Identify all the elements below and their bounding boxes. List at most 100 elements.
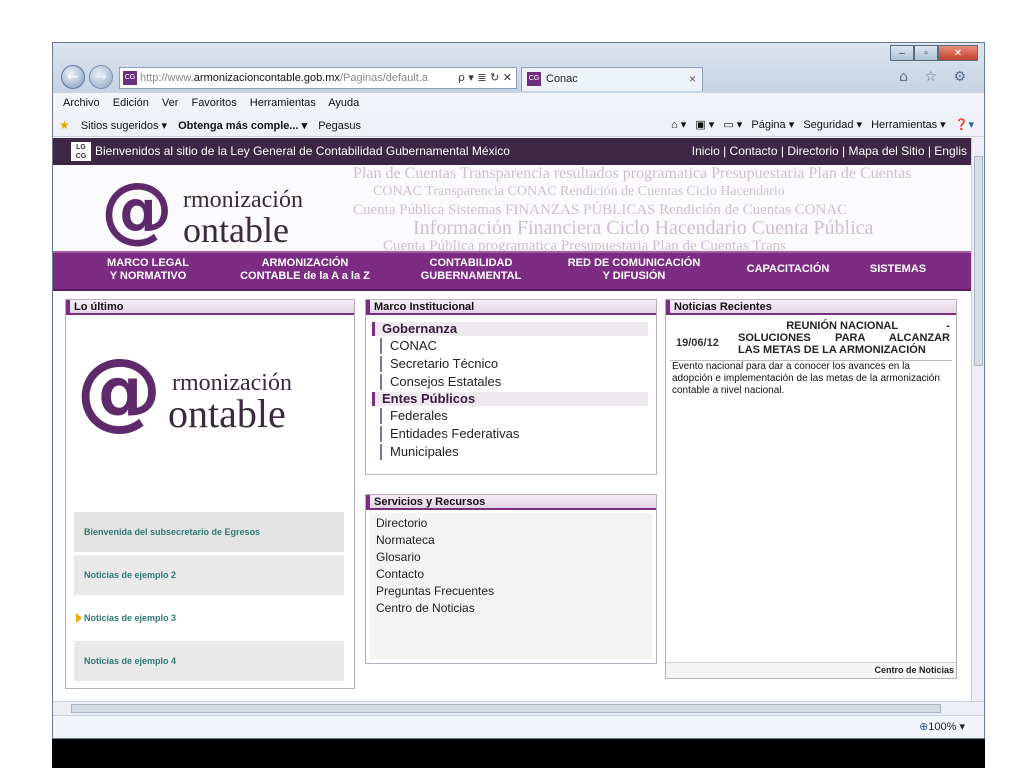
print-icon[interactable]: ▭ ▾ [723,119,742,131]
favorites-star-icon[interactable]: ★ [59,118,70,132]
lo-ultimo-item[interactable]: Noticias de ejemplo 4 [74,641,344,681]
news-headline-text: REUNIÓN NACIONAL [786,320,899,332]
toolbar-icons[interactable]: ⌂ ☆ ⚙ [899,69,972,85]
svc-glosario[interactable]: Glosario [376,549,421,566]
menu-herramientas[interactable]: Herramientas [250,97,316,109]
menu-ayuda[interactable]: Ayuda [328,97,359,109]
news-centro-link[interactable]: Centro de Noticias [874,665,954,675]
nav-capacitacion[interactable]: CAPACITACIÓN [733,263,843,276]
news-headline[interactable]: REUNIÓN NACIONAL - SOLUCIONES PARA ALCANZ… [738,320,950,356]
banner-words-line: Información Financiera Ciclo Hacendario … [413,217,874,239]
nav-marco-legal[interactable]: MARCO LEGAL Y NORMATIVO [93,257,203,283]
window-controls: – ▫ ✕ [890,45,978,61]
nav-contabilidad[interactable]: CONTABILIDAD GUBERNAMENTAL [411,257,531,283]
news-headline-line2: SOLUCIONES PARA ALCANZAR [738,332,950,344]
link-secretario-tecnico[interactable]: Secretario Técnico [380,356,498,372]
banner-words-line: CONAC Transparencia CONAC Rendición de C… [373,184,785,199]
main-nav: MARCO LEGAL Y NORMATIVO ARMONIZACIÓN CONTA… [53,251,971,291]
vertical-scroll-thumb[interactable] [974,156,983,366]
lo-ultimo-item-label: Noticias de ejemplo 3 [84,613,177,623]
site-banner: Plan de Cuentas Transparencia resultados… [53,165,971,251]
forward-arrow-icon: → [95,69,107,85]
fav-pegasus[interactable]: Pegasus [318,120,361,132]
group-entes-publicos[interactable]: Entes Públicos [372,392,648,406]
marco-institucional-panel: Marco Institucional Gobernanza CONAC Sec… [365,299,657,475]
lo-ultimo-item[interactable]: Bienvenida del subsecretario de Egresos [74,512,344,552]
menu-archivo[interactable]: Archivo [63,97,100,109]
menu-ver[interactable]: Ver [162,97,179,109]
svc-directorio[interactable]: Directorio [376,515,427,532]
link-municipales[interactable]: Municipales [380,444,459,460]
url-suffix: /Paginas/default.a [339,72,429,84]
menu-edicion[interactable]: Edición [113,97,149,109]
news-footer: Centro de Noticias [666,662,956,678]
lo-ultimo-item[interactable]: Noticias de ejemplo 2 [74,555,344,595]
url-domain: armonizacioncontable.gob.mx [193,72,340,84]
fav-sitios-sugeridos[interactable]: Sitios sugeridos ▾ [81,120,167,132]
forward-button[interactable]: → [89,65,113,89]
horizontal-scroll-thumb[interactable] [71,704,941,713]
cmd-herramientas[interactable]: Herramientas ▾ [871,119,946,131]
lo-ultimo-item-label: Bienvenida del subsecretario de Egresos [84,527,261,537]
status-bar: ⊕100% ▾ [53,715,984,738]
top-links[interactable]: Inicio | Contacto | Directorio | Mapa de… [692,138,967,165]
welcome-text: Bienvenidos al sitio de la Ley General d… [95,144,510,158]
news-headline-line3: LAS METAS DE LA ARMONIZACIÓN [738,344,926,356]
url-prefix: http://www. [140,72,194,84]
lgcg-logo-icon: LG CG [71,142,91,161]
lo-ultimo-title: Lo último [66,300,354,315]
svc-preguntas-frecuentes[interactable]: Preguntas Frecuentes [376,583,494,600]
news-date: 19/06/12 [676,337,719,349]
vertical-scrollbar[interactable] [971,138,984,701]
svc-centro-noticias[interactable]: Centro de Noticias [376,600,475,617]
lo-ultimo-item-active[interactable]: Noticias de ejemplo 3 [74,598,344,638]
nav-line: CONTABILIDAD [429,257,513,269]
address-buttons[interactable]: ρ ▾ ≣ ↻ ✕ [458,68,512,88]
tab-label: Conac [546,73,578,85]
screenshot-frame: ← → CG http://www.armonizacioncontable.g… [52,42,985,768]
address-bar[interactable]: CG http://www.armonizacioncontable.gob.m… [119,67,517,89]
zoom-level[interactable]: ⊕100% ▾ [919,716,965,738]
link-consejos-estatales[interactable]: Consejos Estatales [380,374,501,390]
menu-bar: Archivo Edición Ver Favoritos Herramient… [53,93,984,113]
fav-obtenga-mas[interactable]: Obtenga más comple... ▾ [178,120,307,132]
svc-contacto[interactable]: Contacto [376,566,424,583]
nav-line: ARMONIZACIÓN [261,257,349,269]
group-gobernanza[interactable]: Gobernanza [372,322,648,336]
feeds-icon[interactable]: ▣ ▾ [695,119,714,131]
link-entidades-federativas[interactable]: Entidades Federativas [380,426,519,442]
cmd-seguridad[interactable]: Seguridad ▾ [803,119,862,131]
noticias-panel: Noticias Recientes 19/06/12 REUNIÓN NACI… [665,299,957,679]
close-button[interactable]: ✕ [938,45,978,61]
nav-line: CAPACITACIÓN [746,263,830,275]
nav-line: RED DE COMUNICACIÓN [567,257,701,269]
minimize-button[interactable]: – [890,45,914,61]
link-conac[interactable]: CONAC [380,338,437,354]
svc-normateca[interactable]: Normateca [376,532,435,549]
nav-line: MARCO LEGAL [107,257,189,269]
nav-armonizacion[interactable]: ARMONIZACIÓN CONTABLE de la A a la Z [225,257,385,283]
zoom-icon: ⊕ [919,721,929,733]
nav-line: Y DIFUSIÓN [602,270,666,282]
tab-close-icon[interactable]: × [689,68,696,90]
back-button[interactable]: ← [61,65,85,89]
noticias-title: Noticias Recientes [666,300,956,315]
link-federales[interactable]: Federales [380,408,448,424]
logo-line2: ontable [168,391,286,436]
news-dash: - [946,320,950,332]
nav-red-comunicacion[interactable]: RED DE COMUNICACIÓN Y DIFUSIÓN [549,257,719,283]
home-icon[interactable]: ⌂ ▾ [671,119,686,131]
menu-favoritos[interactable]: Favoritos [191,97,236,109]
news-headline-line1: REUNIÓN NACIONAL - [738,320,950,332]
nav-line: SISTEMAS [869,263,927,275]
browser-title-row: ← → CG http://www.armonizacioncontable.g… [53,43,984,93]
cmd-pagina[interactable]: Página ▾ [751,119,794,131]
help-icon[interactable]: ❓▾ [955,119,974,131]
nav-sistemas[interactable]: SISTEMAS [853,263,943,276]
tab-conac[interactable]: CG Conac × [521,67,703,91]
header-logo[interactable]: @ rmonización ontable [101,167,361,251]
logo-line2: ontable [183,210,289,250]
maximize-button[interactable]: ▫ [914,45,938,61]
horizontal-scrollbar[interactable] [53,701,984,715]
active-arrow-icon [76,613,82,623]
